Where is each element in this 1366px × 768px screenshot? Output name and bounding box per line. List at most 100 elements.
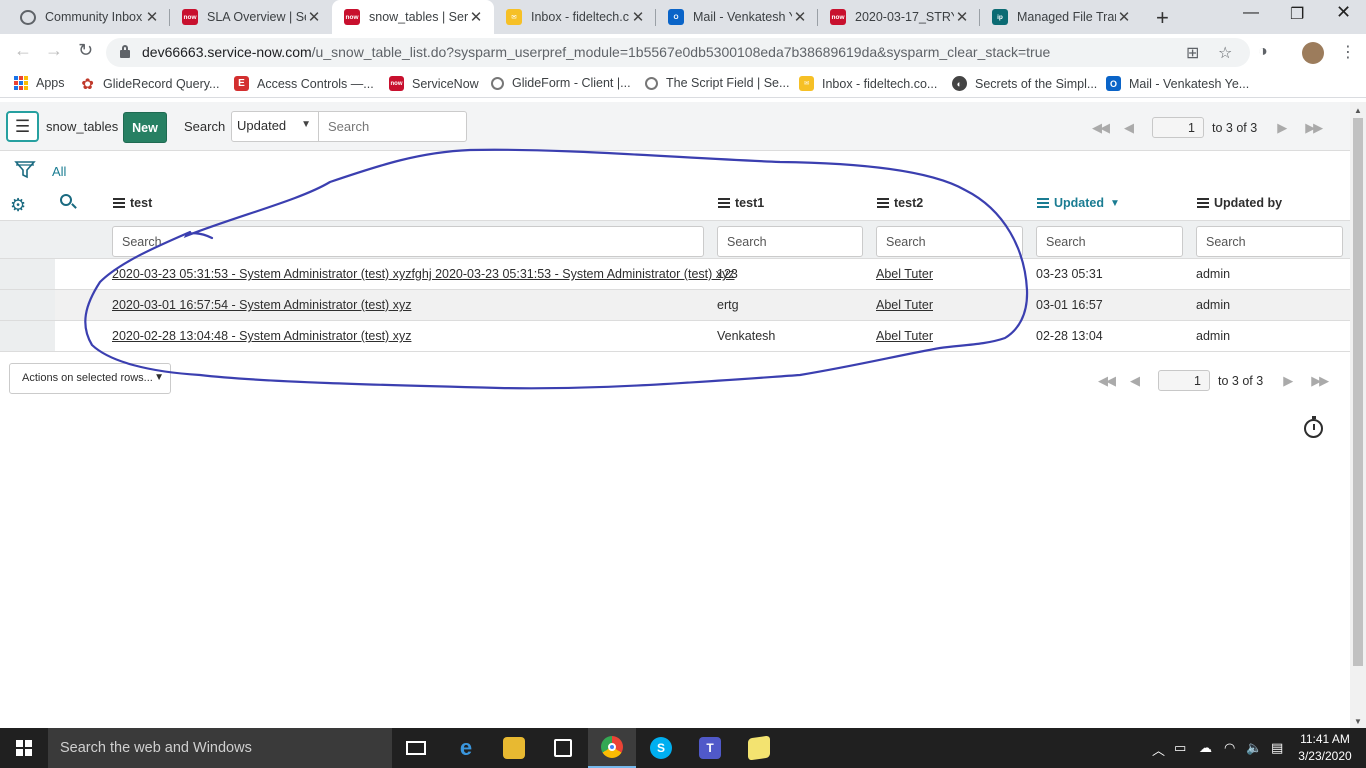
close-tab-icon[interactable]: ✕ <box>468 8 484 26</box>
scroll-down-icon[interactable]: ▼ <box>1354 717 1362 726</box>
minimize-window-icon[interactable]: — <box>1243 4 1259 22</box>
cell-test2-link[interactable]: Abel Tuter <box>876 267 933 281</box>
close-tab-icon[interactable]: ✕ <box>144 8 160 26</box>
scroll-up-icon[interactable]: ▲ <box>1354 106 1362 115</box>
bookmark-inbox-fideltech[interactable]: ✉ Inbox - fideltech.co... <box>799 76 937 91</box>
close-window-icon[interactable]: ✕ <box>1336 2 1351 23</box>
taskbar-edge[interactable]: e <box>442 728 490 768</box>
breadcrumb-all[interactable]: All <box>52 164 66 179</box>
bookmark-glideform[interactable]: GlideForm - Client |... <box>491 76 631 90</box>
bookmark-gliderecord[interactable]: ✿ GlideRecord Query... <box>80 76 219 93</box>
browser-tab-snow-tables[interactable]: now snow_tables | Serv ✕ <box>332 0 494 34</box>
windows-start-button[interactable] <box>0 728 48 768</box>
page-scrollbar[interactable]: ▲ ▼ <box>1350 102 1366 728</box>
hamburger-menu-icon[interactable]: ☰ <box>6 111 39 142</box>
search-icon[interactable] <box>60 194 78 212</box>
column-search-test2[interactable] <box>876 226 1023 257</box>
address-bar[interactable]: dev66663.service-now.com/u_snow_table_li… <box>106 38 1250 67</box>
cell-test-link[interactable]: 2020-03-23 05:31:53 - System Administrat… <box>112 267 735 281</box>
browser-menu-icon[interactable]: ⋮ <box>1340 42 1356 62</box>
volume-icon[interactable]: 🔈 <box>1246 740 1262 756</box>
battery-icon[interactable]: ▭ <box>1174 740 1186 756</box>
cloud-icon[interactable]: ☁ <box>1199 740 1212 756</box>
bookmark-star-icon[interactable]: ☆ <box>1218 43 1232 63</box>
column-menu-icon[interactable] <box>1037 196 1049 210</box>
browser-tab-stryc[interactable]: now 2020-03-17_STRYC ✕ <box>818 0 980 34</box>
taskbar-search-input[interactable] <box>48 728 392 768</box>
bookmark-mail-venkatesh[interactable]: O Mail - Venkatesh Ye... <box>1106 76 1249 91</box>
task-view-button[interactable] <box>392 728 440 768</box>
close-tab-icon[interactable]: ✕ <box>630 8 646 26</box>
row-select-cell[interactable] <box>0 290 55 320</box>
list-search-input[interactable] <box>318 111 467 142</box>
browser-tab-managed-file-transfer[interactable]: ip Managed File Tran ✕ <box>980 0 1142 34</box>
close-tab-icon[interactable]: ✕ <box>1116 8 1132 26</box>
column-search-test[interactable] <box>112 226 704 257</box>
column-search-updated-by[interactable] <box>1196 226 1343 257</box>
bookmark-script-field[interactable]: The Script Field | Se... <box>645 76 789 90</box>
scrollbar-thumb[interactable] <box>1353 118 1363 666</box>
url-text[interactable]: dev66663.service-now.com/u_snow_table_li… <box>142 44 1050 60</box>
row-select-cell[interactable] <box>0 259 55 289</box>
column-menu-icon[interactable] <box>1197 196 1209 210</box>
column-search-test1[interactable] <box>717 226 863 257</box>
browser-tab-mail-venkatesh[interactable]: O Mail - Venkatesh Y ✕ <box>656 0 818 34</box>
taskbar-sticky-notes[interactable] <box>735 728 783 768</box>
browser-tab-sla-overview[interactable]: now SLA Overview | Se ✕ <box>170 0 332 34</box>
column-header-updated-by[interactable]: Updated by <box>1197 196 1282 210</box>
cell-test2-link[interactable]: Abel Tuter <box>876 298 933 312</box>
forward-arrow-icon[interactable]: → <box>45 40 63 61</box>
bookmark-servicenow[interactable]: now ServiceNow <box>389 76 479 91</box>
column-menu-icon[interactable] <box>877 196 889 210</box>
cell-test2-link[interactable]: Abel Tuter <box>876 329 933 343</box>
close-tab-icon[interactable]: ✕ <box>306 8 322 26</box>
column-header-test1[interactable]: test1 <box>718 196 764 210</box>
new-record-button[interactable]: New <box>123 112 167 143</box>
restore-window-icon[interactable]: ❐ <box>1290 4 1304 24</box>
actions-on-selected-rows-select[interactable]: Actions on selected rows... ▼ <box>9 363 171 394</box>
row-select-cell[interactable] <box>0 321 55 351</box>
last-page-icon[interactable]: ▶▶ <box>1305 120 1323 136</box>
new-tab-plus-icon[interactable]: + <box>1156 5 1169 31</box>
reload-icon[interactable]: ↻ <box>78 40 93 61</box>
taskbar-skype[interactable]: S <box>637 728 685 768</box>
bookmark-secrets[interactable]: ◐ Secrets of the Simpl... <box>952 76 1097 91</box>
page-number-input[interactable]: 1 <box>1152 117 1204 138</box>
tray-chevron-up-icon[interactable]: ︿ <box>1152 740 1165 759</box>
search-field-select[interactable]: Updated ▼ <box>231 111 319 142</box>
lock-icon[interactable] <box>120 45 130 58</box>
first-page-icon[interactable]: ◀◀ <box>1092 120 1110 136</box>
table-row[interactable]: 2020-03-23 05:31:53 - System Administrat… <box>0 259 1350 290</box>
first-page-icon[interactable]: ◀◀ <box>1098 373 1116 389</box>
back-arrow-icon[interactable]: ← <box>14 40 32 61</box>
bookmark-apps[interactable]: Apps <box>14 76 65 90</box>
browser-tab-community-inbox[interactable]: Community Inbox ✕ <box>8 0 170 34</box>
taskbar-teams[interactable]: T <box>686 728 734 768</box>
close-tab-icon[interactable]: ✕ <box>954 8 970 26</box>
stopwatch-icon[interactable] <box>1304 416 1323 438</box>
wifi-icon[interactable]: ◠ <box>1224 740 1235 756</box>
gear-icon[interactable]: ⚙ <box>10 195 26 216</box>
close-tab-icon[interactable]: ✕ <box>792 8 808 26</box>
column-header-test2[interactable]: test2 <box>877 196 923 210</box>
translate-icon[interactable]: ⊞ <box>1186 43 1199 63</box>
column-menu-icon[interactable] <box>718 196 730 210</box>
next-page-icon[interactable]: ▶ <box>1283 373 1293 389</box>
taskbar-file-explorer[interactable] <box>490 728 538 768</box>
column-menu-icon[interactable] <box>113 196 125 210</box>
column-search-updated[interactable] <box>1036 226 1183 257</box>
cell-test-link[interactable]: 2020-02-28 13:04:48 - System Administrat… <box>112 329 411 343</box>
next-page-icon[interactable]: ▶ <box>1277 120 1287 136</box>
taskbar-clock[interactable]: 11:41 AM 3/23/2020 <box>1296 731 1354 765</box>
filter-funnel-icon[interactable] <box>14 160 36 180</box>
profile-avatar[interactable] <box>1302 42 1324 64</box>
extension-icon[interactable]: ◑ <box>1258 43 1268 61</box>
action-center-icon[interactable]: ▤ <box>1271 740 1283 756</box>
browser-tab-inbox-fideltech[interactable]: ✉ Inbox - fideltech.c ✕ <box>494 0 656 34</box>
taskbar-store[interactable] <box>539 728 587 768</box>
previous-page-icon[interactable]: ◀ <box>1124 120 1134 136</box>
table-row[interactable]: 2020-03-01 16:57:54 - System Administrat… <box>0 290 1350 321</box>
column-header-test[interactable]: test <box>113 196 152 210</box>
last-page-icon[interactable]: ▶▶ <box>1311 373 1329 389</box>
bookmark-access-controls[interactable]: E Access Controls —... <box>234 76 374 91</box>
